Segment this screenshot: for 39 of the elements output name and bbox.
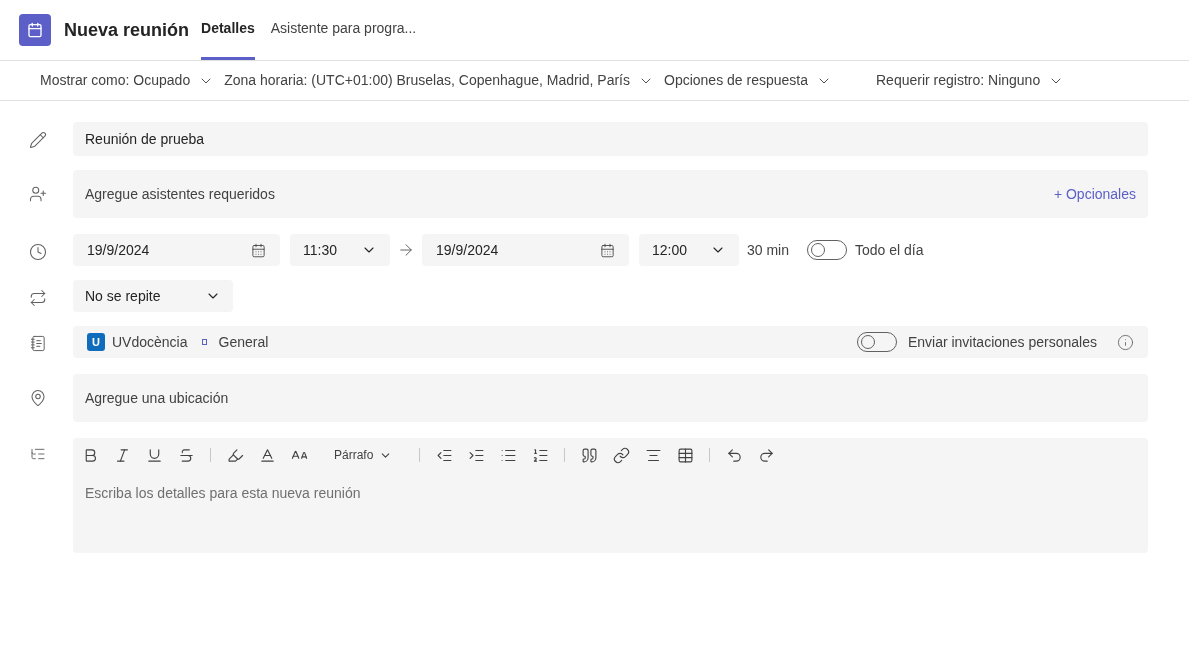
add-person-icon [29,185,47,203]
team-name: UVdocència [112,332,188,352]
start-time-dropdown[interactable]: 11:30 [290,234,390,266]
end-date-field[interactable]: 19/9/2024 [422,234,629,266]
details-list-icon [30,446,46,462]
pencil-icon [29,131,47,149]
attendees-field[interactable]: Agregue asistentes requeridos + Opcionales [73,170,1148,218]
team-badge: U [87,333,105,351]
calendar-app-icon [19,14,51,46]
location-pin-icon [29,389,47,407]
channel-icon [29,335,47,352]
title-field[interactable]: Reunión de prueba [73,122,1148,156]
calendar-icon [600,242,615,258]
options-dropdown[interactable]: Requerir registro: Ninguno [876,70,1065,91]
channel-name: General [218,332,269,352]
info-icon[interactable] [1117,333,1134,351]
options-dropdown[interactable]: Opciones de respuesta [664,70,832,91]
duration-label: 30 min [747,240,790,260]
channel-icon [201,339,207,345]
window-title: Nueva reunión [64,18,190,42]
tab[interactable]: Asistente para progra... [270,0,417,60]
details-editor[interactable]: Párrafo Escriba los detalles para esta nueva reunión [73,438,1148,553]
options-dropdown[interactable]: Mostrar como: Ocupado [40,70,215,91]
all-day-label: Todo el día [855,240,924,260]
optional-attendees-link[interactable]: + Opcionales [1053,183,1136,205]
end-time-dropdown[interactable]: 12:00 [639,234,739,266]
arrow-right-icon [397,241,415,259]
location-field[interactable]: Agregue una ubicación [73,374,1148,422]
calendar-icon [251,242,266,258]
repeat-dropdown[interactable]: No se repite [73,280,233,312]
channel-field[interactable]: U UVdocència General Enviar invitaciones personales [73,326,1148,358]
start-date-field[interactable]: 19/9/2024 [73,234,280,266]
clock-icon [29,243,47,261]
options-dropdown[interactable]: Zona horaria: (UTC+01:00) Bruselas, Copenhague, Madrid, París [224,70,654,91]
tab[interactable]: Detalles [201,0,255,60]
paragraph-style-dropdown[interactable]: Párrafo [334,446,393,464]
personal-invites-label: Enviar invitaciones personales [907,332,1097,352]
editor-placeholder: Escriba los detalles para esta nueva reunión [85,484,362,503]
repeat-icon [29,289,47,307]
